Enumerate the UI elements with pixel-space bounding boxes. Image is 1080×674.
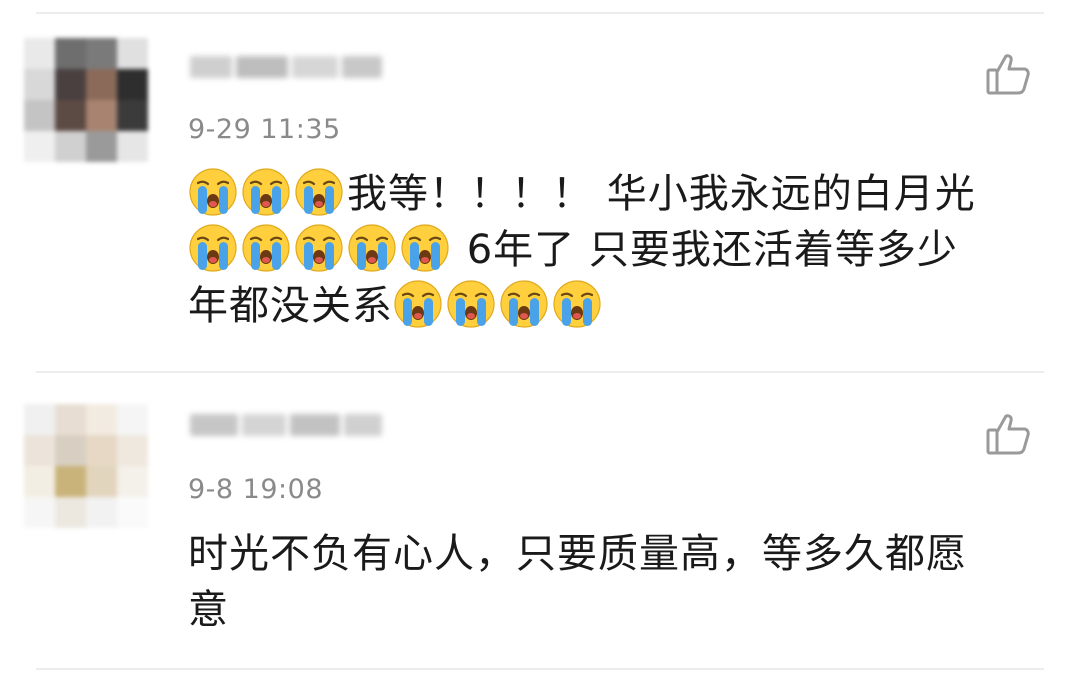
divider — [36, 371, 1044, 373]
username-blurred[interactable] — [190, 44, 386, 90]
emoji-group — [188, 168, 347, 217]
like-button[interactable] — [984, 410, 1032, 458]
comment-line: 我等！！！！ 华小我永远的白月光 — [188, 166, 1048, 222]
emoji-group — [393, 280, 605, 329]
crying-face-emoji — [348, 224, 396, 272]
thumbs-up-icon — [986, 414, 1030, 455]
comment-text: 6年了 只要我还活着等多少 — [453, 227, 958, 273]
comment-list: 9-29 11:35 我等！！！！ 华小我永远的白月光 6年了 只要我还活着等多… — [0, 0, 1080, 674]
avatar[interactable] — [24, 38, 148, 162]
avatar[interactable] — [24, 404, 148, 528]
crying-face-emoji — [189, 224, 237, 272]
crying-face-emoji — [553, 280, 601, 328]
comment-timestamp: 9-8 19:08 — [188, 474, 323, 505]
comment-text: 意 — [188, 587, 229, 633]
comment-timestamp: 9-29 11:35 — [188, 114, 341, 145]
crying-face-emoji — [500, 280, 548, 328]
emoji-group — [188, 224, 453, 273]
comment-body: 时光不负有心人，只要质量高，等多久都愿 意 — [188, 526, 1048, 638]
divider — [36, 668, 1044, 670]
comment-text: 时光不负有心人，只要质量高，等多久都愿 — [188, 531, 967, 577]
crying-face-emoji — [189, 168, 237, 216]
thumbs-up-icon — [986, 54, 1030, 95]
like-button[interactable] — [984, 50, 1032, 98]
comment-text: 年都没关系 — [188, 283, 393, 329]
crying-face-emoji — [242, 224, 290, 272]
crying-face-emoji — [394, 280, 442, 328]
crying-face-emoji — [295, 224, 343, 272]
username-blurred[interactable] — [190, 402, 386, 448]
comment-body: 我等！！！！ 华小我永远的白月光 6年了 只要我还活着等多少 年都没关系 — [188, 166, 1048, 334]
comment-text: 我等！！！！ 华小我永远的白月光 — [347, 171, 976, 217]
crying-face-emoji — [295, 168, 343, 216]
divider — [36, 12, 1044, 14]
comment-line: 6年了 只要我还活着等多少 — [188, 222, 1048, 278]
crying-face-emoji — [242, 168, 290, 216]
crying-face-emoji — [401, 224, 449, 272]
crying-face-emoji — [447, 280, 495, 328]
comment-line: 年都没关系 — [188, 278, 1048, 334]
